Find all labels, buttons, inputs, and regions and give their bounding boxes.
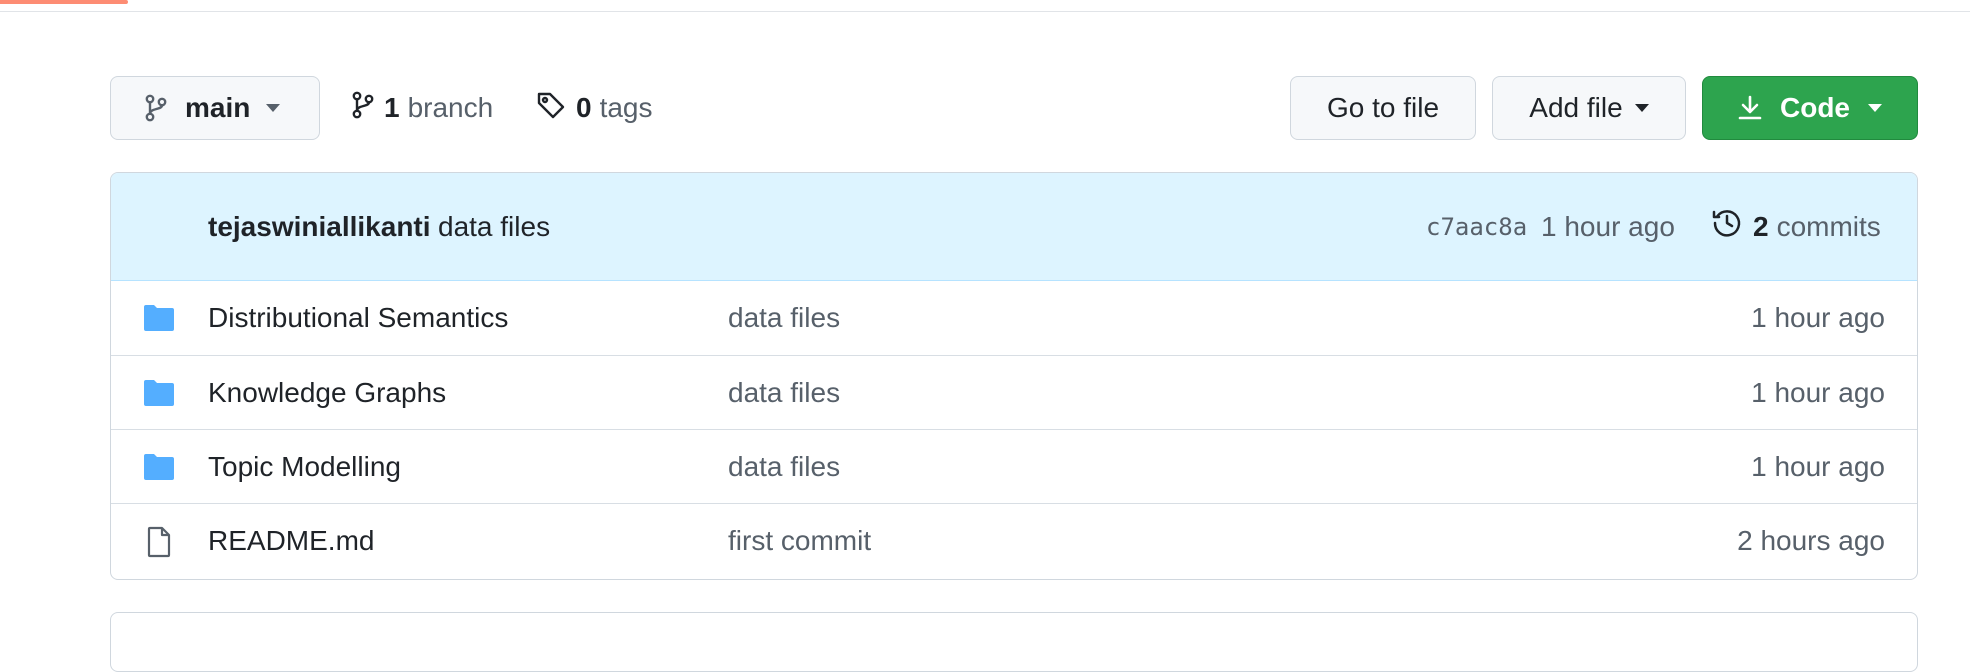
chevron-down-icon bbox=[1868, 104, 1882, 112]
file-commit-time: 1 hour ago bbox=[1751, 376, 1885, 408]
file-commit-time: 1 hour ago bbox=[1751, 450, 1885, 482]
file-name[interactable]: Distributional Semantics bbox=[208, 302, 508, 334]
folder-icon bbox=[143, 303, 175, 340]
commit-count: 2 bbox=[1753, 210, 1769, 242]
git-branch-icon bbox=[145, 94, 167, 122]
tags-link[interactable]: 0 tags bbox=[536, 76, 653, 140]
file-commit-message[interactable]: first commit bbox=[728, 525, 871, 557]
add-file-label: Add file bbox=[1529, 92, 1623, 123]
folder-icon bbox=[143, 452, 175, 489]
chevron-down-icon bbox=[266, 104, 281, 112]
chevron-down-icon bbox=[1634, 104, 1649, 112]
branches-link[interactable]: 1 branch bbox=[352, 76, 493, 140]
commits-link[interactable]: 2 commits bbox=[1711, 207, 1881, 246]
commit-hash[interactable]: c7aac8a bbox=[1426, 213, 1527, 241]
file-row[interactable]: Knowledge Graphs data files 1 hour ago bbox=[111, 355, 1917, 429]
branch-label: branch bbox=[407, 92, 494, 123]
file-commit-time: 2 hours ago bbox=[1737, 524, 1885, 556]
file-name[interactable]: Knowledge Graphs bbox=[208, 377, 446, 409]
tag-icon bbox=[536, 90, 576, 127]
commit-author[interactable]: tejaswiniallikanti bbox=[208, 211, 431, 243]
code-label: Code bbox=[1780, 92, 1850, 123]
file-commit-time: 1 hour ago bbox=[1751, 302, 1885, 333]
readme-box bbox=[110, 612, 1918, 672]
commit-label: commits bbox=[1776, 210, 1881, 242]
branch-count: 1 bbox=[384, 92, 400, 123]
history-icon bbox=[1711, 207, 1753, 246]
file-list: tejaswiniallikanti data files c7aac8a 1 … bbox=[110, 172, 1918, 580]
file-name[interactable]: Topic Modelling bbox=[208, 451, 401, 483]
repo-nav-bar bbox=[0, 0, 1970, 12]
file-row[interactable]: README.md first commit 2 hours ago bbox=[111, 503, 1917, 577]
branch-name: main bbox=[185, 92, 251, 123]
go-to-file-label: Go to file bbox=[1326, 92, 1440, 123]
file-name[interactable]: README.md bbox=[208, 525, 374, 557]
file-commit-message[interactable]: data files bbox=[728, 302, 840, 334]
folder-icon bbox=[143, 378, 175, 415]
tag-count: 0 bbox=[576, 92, 592, 123]
git-branch-icon bbox=[352, 91, 384, 126]
active-tab-underline bbox=[0, 0, 128, 4]
branch-selector-button[interactable]: main bbox=[110, 76, 320, 140]
file-icon bbox=[143, 526, 175, 565]
go-to-file-button[interactable]: Go to file bbox=[1290, 76, 1476, 140]
file-row[interactable]: Topic Modelling data files 1 hour ago bbox=[111, 429, 1917, 503]
commit-message[interactable]: data files bbox=[438, 211, 550, 243]
file-commit-message[interactable]: data files bbox=[728, 377, 840, 409]
file-commit-message[interactable]: data files bbox=[728, 451, 840, 483]
tag-label: tags bbox=[599, 92, 653, 123]
file-row[interactable]: Distributional Semantics data files 1 ho… bbox=[111, 281, 1917, 355]
latest-commit-bar: tejaswiniallikanti data files c7aac8a 1 … bbox=[111, 173, 1917, 281]
code-button[interactable]: Code bbox=[1702, 76, 1918, 140]
add-file-button[interactable]: Add file bbox=[1492, 76, 1686, 140]
commit-time: 1 hour ago bbox=[1541, 210, 1675, 242]
download-icon bbox=[1738, 95, 1762, 121]
